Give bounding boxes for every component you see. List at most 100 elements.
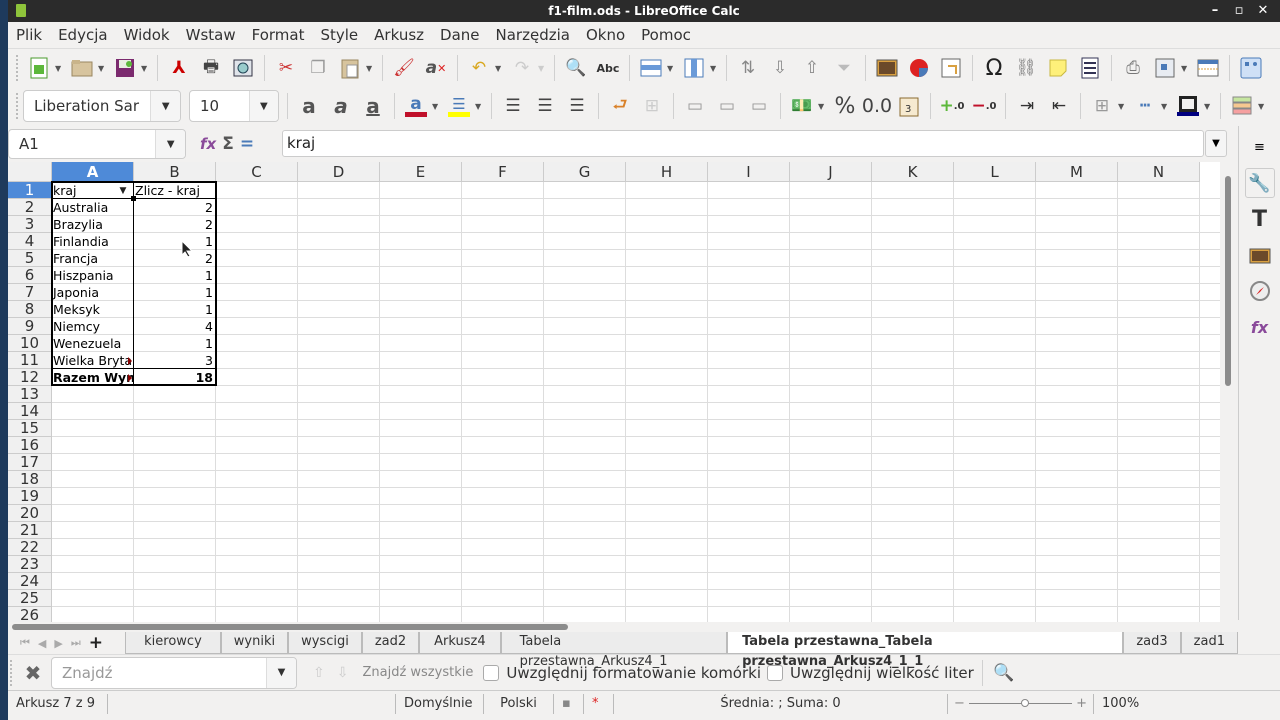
row-header-16[interactable]: 16 [8, 437, 52, 454]
currency-format-icon[interactable]: 💵 [789, 93, 815, 119]
zoom-in-button[interactable]: + [1076, 696, 1087, 711]
pivot-row-label[interactable]: Finlandia [52, 233, 133, 250]
row-header-10[interactable]: 10 [8, 335, 52, 352]
name-box-dropdown[interactable]: ▼ [155, 130, 185, 158]
zoom-thumb[interactable] [1020, 699, 1029, 707]
border-style-icon[interactable]: ┅ [1132, 93, 1158, 119]
save-dropdown[interactable]: ▼ [141, 64, 149, 73]
insert-image-icon[interactable] [874, 55, 900, 81]
pivot-row-label[interactable]: Wenezuela [52, 335, 133, 352]
align-right-icon[interactable]: ☰ [564, 93, 590, 119]
pivot-total-value[interactable]: 18 [134, 369, 215, 386]
sidebar-menu-icon[interactable]: ≡ [1245, 132, 1275, 162]
sheet-tab[interactable]: wyniki [220, 632, 289, 654]
row-dropdown[interactable]: ▼ [667, 64, 675, 73]
open-dropdown[interactable]: ▼ [98, 64, 106, 73]
menu-edit[interactable]: Edycja [50, 26, 115, 44]
horizontal-scrollbar[interactable] [8, 622, 1220, 632]
redo-dropdown[interactable]: ▼ [538, 64, 546, 73]
pivot-row-label[interactable]: Hiszpania [52, 267, 133, 284]
maximize-button[interactable]: ▫ [1232, 0, 1246, 22]
sort-ascending-icon[interactable]: ⇩ [767, 55, 793, 81]
find-next-icon[interactable]: ⇩ [337, 665, 349, 681]
align-top-icon[interactable]: ▭ [682, 93, 708, 119]
menu-styles[interactable]: Style [312, 26, 366, 44]
column-header-F[interactable]: F [462, 162, 544, 182]
new-dropdown[interactable]: ▼ [55, 64, 63, 73]
find-input-placeholder[interactable]: Znajdź [52, 664, 266, 682]
row-header-7[interactable]: 7 [8, 284, 52, 301]
pivot-row-label[interactable]: Niemcy [52, 318, 133, 335]
functions-icon[interactable]: fx [1245, 312, 1275, 342]
row-header-5[interactable]: 5 [8, 250, 52, 267]
split-window-icon[interactable] [1195, 55, 1221, 81]
conditional-format-icon[interactable] [1229, 93, 1255, 119]
sheet-tab[interactable]: zad3 [1123, 632, 1181, 654]
toolbar-grip[interactable] [16, 93, 19, 119]
font-name-value[interactable]: Liberation Sar [24, 97, 150, 115]
undo-dropdown[interactable]: ▼ [495, 64, 503, 73]
undo-icon[interactable]: ↶ [466, 55, 492, 81]
save-icon[interactable] [112, 55, 138, 81]
merge-cells-icon[interactable]: ⊞ [639, 93, 665, 119]
row-icon[interactable] [638, 55, 664, 81]
open-folder-icon[interactable] [69, 55, 95, 81]
pivot-row-label[interactable]: Francja [52, 250, 133, 267]
column-dropdown[interactable]: ▼ [710, 64, 718, 73]
align-middle-icon[interactable]: ▭ [714, 93, 740, 119]
column-header-I[interactable]: I [708, 162, 790, 182]
hyperlink-icon[interactable]: ⛓ [1013, 55, 1039, 81]
redo-icon[interactable]: ↷ [509, 55, 535, 81]
minimize-button[interactable]: – [1208, 0, 1222, 22]
row-header-22[interactable]: 22 [8, 539, 52, 556]
pivot-count-value[interactable]: 2 [134, 250, 215, 267]
document-modified-icon[interactable]: * [584, 693, 614, 714]
name-box[interactable]: A1 ▼ [8, 129, 186, 159]
pivot-row-label[interactable]: Wielka Brytania [52, 352, 133, 369]
pivot-row-label[interactable]: Australia [52, 199, 133, 216]
border-color-dropdown[interactable]: ▼ [1204, 102, 1212, 111]
pivot-data-field-header[interactable]: Zlicz - kraj [134, 182, 215, 199]
border-style-dropdown[interactable]: ▼ [1161, 102, 1169, 111]
checkbox-box[interactable] [767, 664, 784, 681]
sheet-tab[interactable]: Tabela przestawna_Arkusz4_1 [500, 632, 728, 669]
borders-icon[interactable]: ⊞ [1089, 93, 1115, 119]
show-draw-functions-icon[interactable] [1238, 55, 1264, 81]
formula-input[interactable]: kraj [282, 130, 1204, 157]
pivot-count-value[interactable]: 1 [134, 301, 215, 318]
pivot-count-value[interactable]: 3 [134, 352, 215, 369]
highlight-dropdown[interactable]: ▼ [475, 102, 483, 111]
paste-dropdown[interactable]: ▼ [366, 64, 374, 73]
zoom-level[interactable]: 100% [1094, 696, 1139, 711]
checkbox-box[interactable] [483, 664, 500, 681]
pivot-row-label[interactable]: Meksyk [52, 301, 133, 318]
font-color-icon[interactable]: a [403, 93, 429, 119]
sheet-tab-active[interactable]: Tabela przestawna_Tabela przestawna_Arku… [727, 632, 1124, 669]
special-character-icon[interactable]: Ω [981, 55, 1007, 81]
comment-icon[interactable] [1045, 55, 1071, 81]
align-left-icon[interactable]: ☰ [500, 93, 526, 119]
zoom-track[interactable] [968, 699, 1073, 707]
properties-icon[interactable]: 🔧 [1244, 168, 1275, 198]
horizontal-scroll-thumb[interactable] [12, 624, 568, 630]
sheet-tab[interactable]: zad1 [1180, 632, 1238, 654]
menu-window[interactable]: Okno [578, 26, 633, 44]
expand-formula-bar-button[interactable]: ▼ [1205, 130, 1227, 157]
conditional-dropdown[interactable]: ▼ [1258, 102, 1266, 111]
font-color-dropdown[interactable]: ▼ [432, 102, 440, 111]
pivot-count-value[interactable]: 2 [134, 199, 215, 216]
underline-icon[interactable]: a [360, 93, 386, 119]
increase-indent-icon[interactable]: ⇥ [1014, 93, 1040, 119]
row-header-2[interactable]: 2 [8, 199, 52, 216]
menu-sheet[interactable]: Arkusz [366, 26, 432, 44]
pivot-count-value[interactable]: 4 [134, 318, 215, 335]
first-sheet-button[interactable]: ⏮ [20, 636, 30, 650]
sheet-tab[interactable]: wyscigi [288, 632, 362, 654]
pivot-count-value[interactable]: 1 [134, 233, 215, 250]
print-icon[interactable]: 🖶 [198, 55, 224, 81]
autofilter-icon[interactable]: ⏷ [831, 55, 857, 81]
find-history-dropdown[interactable]: ▼ [266, 657, 296, 688]
column-header-L[interactable]: L [954, 162, 1036, 182]
menu-file[interactable]: Plik [8, 26, 50, 44]
name-box-value[interactable]: A1 [9, 135, 155, 153]
